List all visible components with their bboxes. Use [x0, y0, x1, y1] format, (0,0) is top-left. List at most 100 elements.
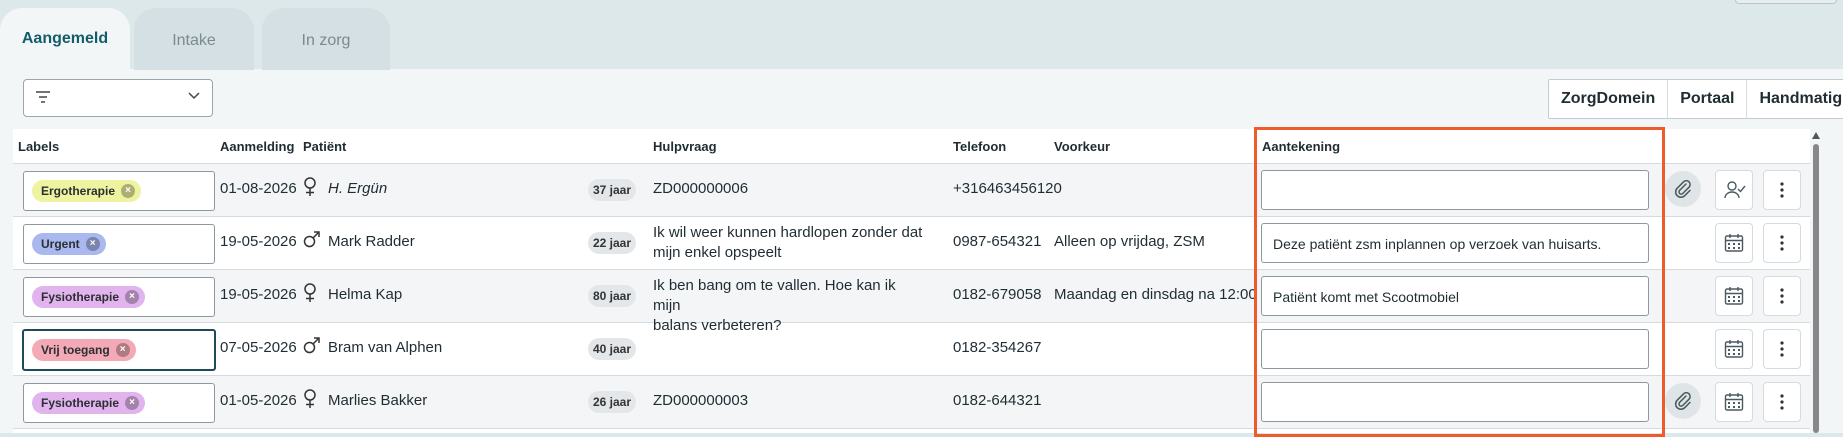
scroll-up-arrow[interactable] — [1812, 132, 1820, 139]
portaal-button[interactable]: Portaal — [1668, 80, 1748, 118]
hulpvraag-text: ZD000000006 — [653, 179, 923, 199]
label-chip: Urgent × — [32, 233, 106, 255]
label-chip: Fysiotherapie × — [32, 286, 146, 308]
age-badge: 40 jaar — [588, 338, 636, 360]
main-panel: ZorgDomein Portaal Handmatig Labels Aanm… — [0, 69, 1843, 433]
assign-button[interactable] — [1715, 170, 1753, 210]
remove-label-icon[interactable]: × — [125, 290, 140, 304]
table-row[interactable]: Fysiotherapie × 19-05-2026 Helma Kap 80 jaar… — [13, 270, 1810, 334]
hulpvraag-text: Ik wil weer kunnen hardlopen zonder dat m… — [653, 223, 923, 263]
table-scrollbar[interactable] — [1810, 129, 1822, 433]
label-chip: Ergotherapie × — [32, 180, 142, 202]
hulpvraag-line-1: Ik wil weer kunnen hardlopen zonder dat — [653, 224, 923, 241]
registrations-table: Labels Aanmelding Patiënt Hulpvraag Tele… — [13, 129, 1810, 433]
aanmelding-date: 19-05-2026 — [220, 233, 297, 250]
aanmelding-date: 01-08-2026 — [220, 180, 297, 197]
aantekening-input[interactable]: Deze patiënt zsm inplannen op verzoek va… — [1261, 223, 1649, 263]
label-chip-text: Fysiotherapie — [41, 396, 120, 410]
telefoon: 0182-644321 — [953, 392, 1042, 409]
patient-name[interactable]: H. Ergün — [328, 180, 387, 197]
labels-input[interactable]: Ergotherapie × — [23, 171, 215, 211]
age-badge: 26 jaar — [588, 391, 636, 413]
labels-input[interactable]: Fysiotherapie × — [23, 277, 215, 317]
tab-in-zorg[interactable]: In zorg — [262, 8, 390, 70]
aantekening-input[interactable] — [1261, 170, 1649, 210]
female-icon — [303, 389, 317, 414]
hulpvraag-line-1: ZD000000003 — [653, 392, 749, 409]
male-icon — [303, 230, 321, 253]
female-icon — [303, 177, 317, 202]
patient-name[interactable]: Bram van Alphen — [328, 339, 442, 356]
label-chip-text: Fysiotherapie — [41, 290, 120, 304]
col-labels[interactable]: Labels — [18, 139, 59, 154]
remove-label-icon[interactable]: × — [85, 237, 100, 251]
filter-select[interactable] — [23, 79, 213, 117]
col-aanmelding[interactable]: Aanmelding — [220, 139, 294, 154]
schedule-button[interactable] — [1715, 382, 1753, 422]
handmatig-button[interactable]: Handmatig — [1747, 80, 1843, 118]
telefoon: 0987-654321 — [953, 233, 1042, 250]
label-chip-text: Ergotherapie — [41, 184, 116, 198]
aanmelding-date: 01-05-2026 — [220, 392, 297, 409]
telefoon: 0182-354267 — [953, 339, 1042, 356]
col-telefoon[interactable]: Telefoon — [953, 139, 1006, 154]
col-aantekening[interactable]: Aantekening — [1262, 139, 1340, 154]
more-options-button[interactable] — [1763, 382, 1801, 422]
filter-icon — [36, 91, 50, 103]
zorgdomein-button[interactable]: ZorgDomein — [1549, 80, 1669, 118]
col-hulpvraag[interactable]: Hulpvraag — [653, 139, 717, 154]
more-options-button[interactable] — [1763, 170, 1801, 210]
schedule-button[interactable] — [1715, 329, 1753, 369]
label-chip-text: Vrij toegang — [41, 343, 110, 357]
top-action-button[interactable] — [1735, 0, 1837, 4]
age-badge: 22 jaar — [588, 232, 636, 254]
attachment-button[interactable] — [1665, 171, 1701, 207]
scroll-thumb[interactable] — [1813, 144, 1819, 433]
table-row[interactable]: Urgent × 19-05-2026 Mark Radder 22 jaar Ik wi… — [13, 217, 1810, 270]
aanmelding-date: 07-05-2026 — [220, 339, 297, 356]
schedule-button[interactable] — [1715, 223, 1753, 263]
aantekening-input[interactable] — [1261, 382, 1649, 422]
remove-label-icon[interactable]: × — [115, 343, 130, 357]
patient-name[interactable]: Helma Kap — [328, 286, 402, 303]
age-badge: 80 jaar — [588, 285, 636, 307]
col-patient[interactable]: Patiënt — [303, 139, 346, 154]
schedule-button[interactable] — [1715, 276, 1753, 316]
labels-input[interactable]: Urgent × — [23, 224, 215, 264]
more-options-button[interactable] — [1763, 276, 1801, 316]
aantekening-input[interactable]: Patiënt komt met Scootmobiel — [1261, 276, 1649, 316]
patient-name[interactable]: Marlies Bakker — [328, 392, 427, 409]
remove-label-icon[interactable]: × — [121, 184, 136, 198]
telefoon: +316463456120 — [953, 180, 1062, 197]
table-header: Labels Aanmelding Patiënt Hulpvraag Tele… — [13, 129, 1810, 164]
voorkeur: Maandag en dinsdag na 12:00 — [1054, 286, 1257, 303]
hulpvraag-text: ZD000000003 — [653, 391, 923, 411]
female-icon — [303, 283, 317, 308]
hulpvraag-line-2: mijn enkel opspeelt — [653, 244, 782, 261]
labels-input[interactable]: Fysiotherapie × — [23, 383, 215, 423]
more-options-button[interactable] — [1763, 329, 1801, 369]
remove-label-icon[interactable]: × — [125, 396, 140, 410]
label-chip-text: Urgent — [41, 237, 80, 251]
table-row[interactable]: Vrij toegang × 07-05-2026 Bram van Alphen 40… — [13, 323, 1810, 376]
hulpvraag-line-1: Ik ben bang om te vallen. Hoe kan ik mij… — [653, 277, 896, 314]
table-row[interactable]: Ergotherapie × 01-08-2026 H. Ergün 37 jaar ZD… — [13, 164, 1810, 217]
telefoon: 0182-679058 — [953, 286, 1042, 303]
tab-intake[interactable]: Intake — [134, 8, 254, 70]
table-row[interactable]: Fysiotherapie × 01-05-2026 Marlies Bakker 26… — [13, 376, 1810, 429]
hulpvraag-line-1: ZD000000006 — [653, 180, 749, 197]
male-icon — [303, 336, 321, 359]
aantekening-input[interactable] — [1261, 329, 1649, 369]
label-chip: Vrij toegang × — [32, 339, 136, 361]
labels-input[interactable]: Vrij toegang × — [22, 329, 216, 371]
age-badge: 37 jaar — [588, 179, 636, 201]
source-button-group: ZorgDomein Portaal Handmatig — [1548, 79, 1843, 119]
attachment-button[interactable] — [1665, 383, 1701, 419]
col-voorkeur[interactable]: Voorkeur — [1054, 139, 1110, 154]
more-options-button[interactable] — [1763, 223, 1801, 263]
patient-name[interactable]: Mark Radder — [328, 233, 415, 250]
label-chip: Fysiotherapie × — [32, 392, 146, 414]
chevron-down-icon — [188, 92, 200, 100]
voorkeur: Alleen op vrijdag, ZSM — [1054, 233, 1205, 250]
tab-aangemeld[interactable]: Aangemeld — [0, 8, 130, 70]
